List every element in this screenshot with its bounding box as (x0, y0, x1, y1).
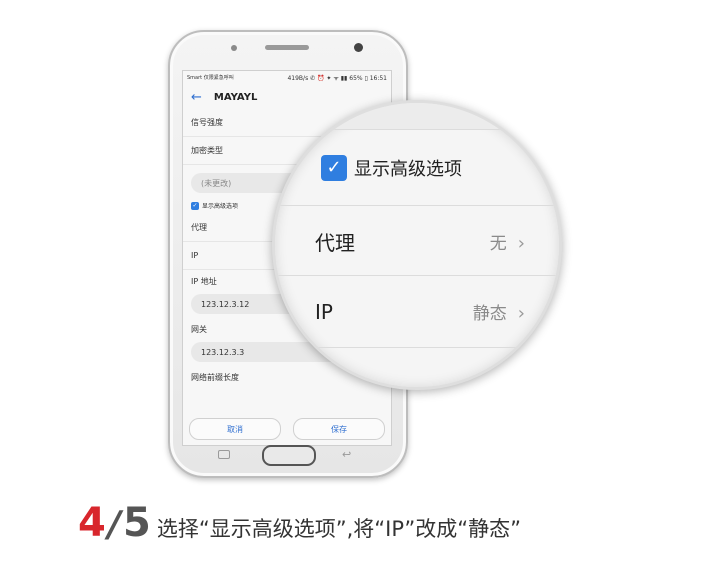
home-button[interactable] (262, 445, 316, 466)
network-name-title: MAYAYL (213, 91, 258, 103)
magnifier-circle: ✓ 显示高级选项 代理 无 › IP 静态 › (272, 100, 562, 390)
step-separator: / (107, 504, 121, 545)
magnified-ip-label: IP (315, 299, 333, 324)
magnified-advanced-checkbox[interactable]: ✓ 显示高级选项 (321, 155, 462, 181)
chevron-right-icon: › (517, 233, 525, 254)
save-button[interactable]: 保存 (293, 418, 385, 440)
signal-strength-label: 信号强度 (191, 118, 223, 127)
check-icon: ✓ (321, 155, 347, 181)
divider (275, 129, 559, 130)
step-number: 4 (78, 500, 106, 546)
step-caption: 4 / 5 选择“显示高级选项”,将“IP”改成“静态” (78, 500, 521, 546)
step-total: 5 (123, 500, 151, 546)
cancel-button[interactable]: 取消 (189, 418, 281, 440)
recent-apps-key-icon[interactable] (218, 450, 230, 459)
status-bar: Smart 仅限紧急呼叫 419B/s ✆ ⏰ ✦ ᯤ ▮▮ 65% ▯ 16:… (183, 71, 391, 85)
sensor (231, 45, 237, 51)
ip-address-value: 123.12.3.12 (201, 299, 250, 309)
dialog-buttons: 取消 保存 (183, 413, 391, 445)
magnified-advanced-label: 显示高级选项 (354, 159, 462, 180)
gateway-value: 123.12.3.3 (201, 347, 245, 357)
front-camera (354, 43, 363, 52)
magnified-ip-row[interactable]: IP 静态 › (315, 299, 525, 325)
magnified-ip-value: 静态 (472, 304, 507, 324)
check-icon: ✓ (191, 201, 199, 210)
magnified-proxy-row[interactable]: 代理 无 › (315, 227, 525, 256)
divider (275, 347, 559, 348)
status-indicators: 419B/s ✆ ⏰ ✦ ᯤ ▮▮ 65% ▯ 16:51 (287, 75, 387, 82)
speaker-grille (265, 45, 309, 50)
divider (275, 275, 559, 276)
proxy-label: 代理 (191, 223, 207, 232)
encryption-type-label: 加密类型 (191, 146, 223, 155)
magnifier-top-band (275, 103, 559, 129)
back-key-icon[interactable]: ↩ (342, 448, 351, 461)
magnified-proxy-label: 代理 (315, 231, 355, 255)
chevron-right-icon: › (517, 303, 525, 324)
instruction-text: 选择“显示高级选项”,将“IP”改成“静态” (156, 517, 522, 541)
carrier-text: Smart 仅限紧急呼叫 (187, 75, 234, 81)
divider (275, 205, 559, 206)
advanced-options-label: 显示高级选项 (202, 203, 239, 210)
ip-label: IP (191, 251, 199, 260)
password-placeholder: (未更改) (201, 178, 232, 188)
magnified-proxy-value: 无 (489, 234, 507, 254)
back-arrow-icon[interactable]: ← (191, 90, 202, 105)
